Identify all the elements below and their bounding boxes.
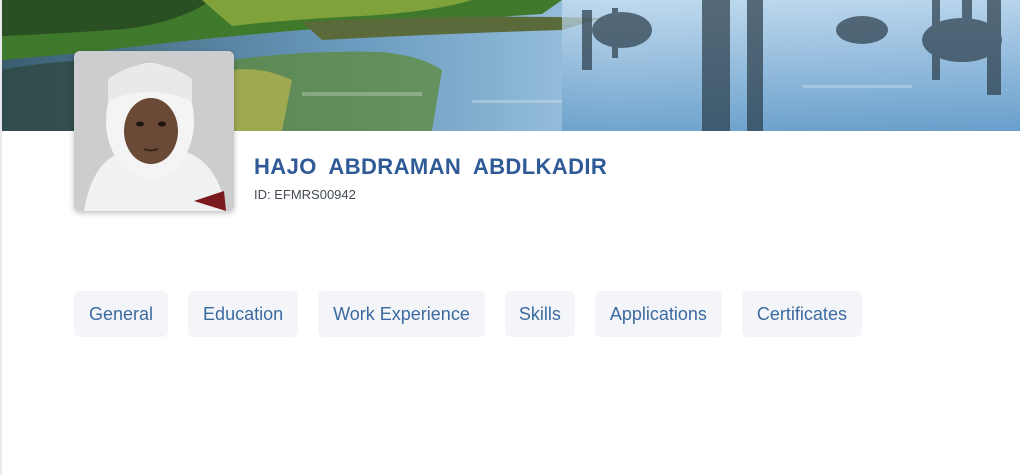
tab-work-experience[interactable]: Work Experience [318,291,485,337]
profile-photo [74,51,234,211]
profile-id: ID: EFMRS00942 [254,187,356,202]
tab-skills[interactable]: Skills [504,291,575,337]
tab-applications[interactable]: Applications [594,291,722,337]
profile-page: HAJO ABDRAMAN ABDLKADIR ID: EFMRS00942 G… [0,0,1020,475]
tab-education[interactable]: Education [188,291,299,337]
tab-certificates[interactable]: Certificates [741,291,862,337]
tab-general[interactable]: General [74,291,169,337]
profile-tabs: General Education Work Experience Skills… [74,291,862,337]
profile-name: HAJO ABDRAMAN ABDLKADIR [254,154,608,179]
